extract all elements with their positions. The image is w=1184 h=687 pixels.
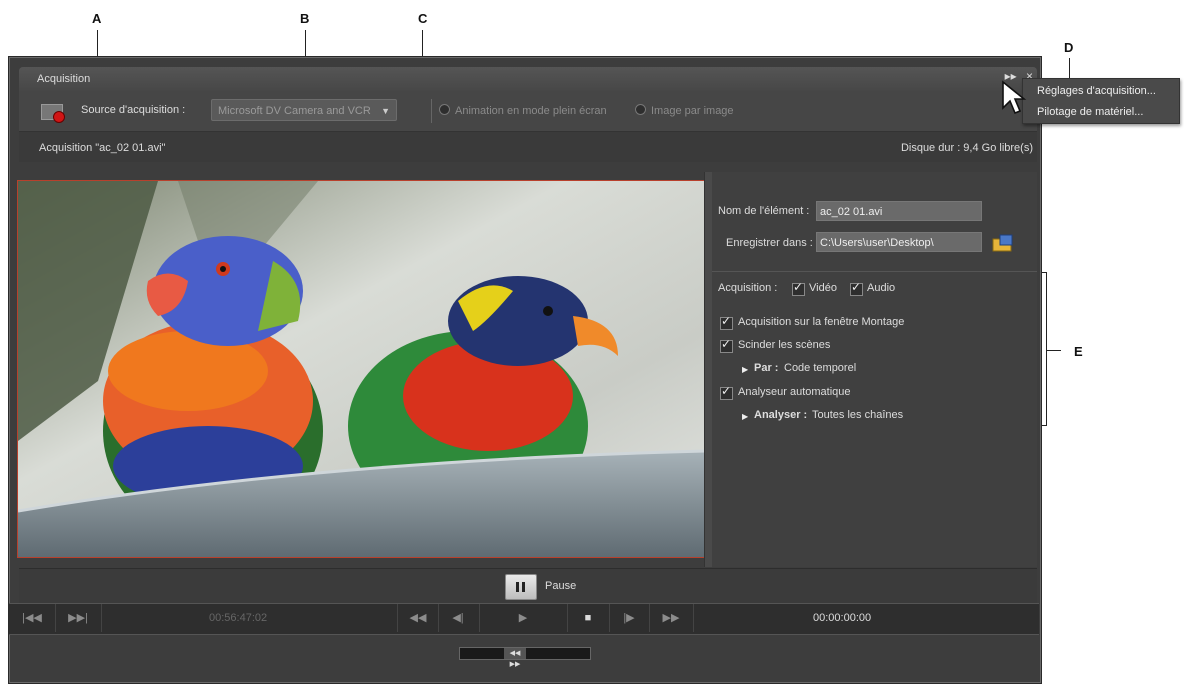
step-back-icon[interactable]: ◀|	[437, 604, 480, 632]
step-forward-icon[interactable]: |▶	[609, 604, 650, 632]
source-dropdown[interactable]: Microsoft DV Camera and VCR ▼	[211, 99, 397, 121]
callout-e-tick	[1047, 350, 1061, 351]
capture-device-icon	[41, 104, 65, 123]
timecode-total: 00:00:00:00	[813, 612, 872, 624]
record-dot-icon	[53, 111, 65, 123]
clip-name-label: Nom de l'élément :	[718, 205, 810, 217]
radio-circle-icon	[635, 104, 646, 115]
play-icon[interactable]: ▶	[479, 604, 568, 632]
go-to-start-icon[interactable]: |◀◀	[9, 604, 56, 632]
settings-panel: Nom de l'élément : ac_02 01.avi Enregist…	[712, 172, 1037, 567]
callout-a: A	[92, 11, 102, 26]
radio-fullscreen-label: Animation en mode plein écran	[455, 105, 607, 117]
radio-circle-icon	[439, 104, 450, 115]
capture-label: Acquisition :	[718, 282, 778, 294]
auto-analyzer-label: Analyseur automatique	[738, 386, 851, 398]
audio-checkbox[interactable]	[850, 280, 863, 296]
toolbar: Source d'acquisition : Microsoft DV Came…	[19, 91, 1037, 132]
title-bar: Acquisition ▸▸ ×	[19, 67, 1037, 91]
pause-bar: Pause	[19, 568, 1037, 603]
source-label: Source d'acquisition :	[81, 104, 186, 116]
disk-free: Disque dur : 9,4 Go libre(s)	[900, 142, 1033, 154]
auto-analyzer-checkbox[interactable]	[720, 384, 733, 400]
menu-item-device-control[interactable]: Pilotage de matériel...	[1037, 106, 1143, 118]
panel-divider	[712, 271, 1037, 272]
go-to-end-icon[interactable]: ▶▶|	[55, 604, 102, 632]
shuttle-handle-icon[interactable]: ◀◀ ▶▶	[504, 648, 526, 668]
video-preview	[17, 180, 706, 558]
capture-status: Acquisition "ac_02 01.avi"	[39, 142, 166, 154]
callout-e-bracket-side	[1046, 272, 1047, 426]
video-label: Vidéo	[809, 282, 837, 294]
source-dropdown-value: Microsoft DV Camera and VCR	[218, 105, 371, 117]
preview-image	[18, 181, 705, 557]
radio-frame-label: Image par image	[651, 105, 734, 117]
callout-b: B	[300, 11, 310, 26]
transport-bar: |◀◀ ▶▶| 00:56:47:02 ◀◀ ◀| ▶ ■ |▶ ▶▶ 00:0…	[9, 603, 1039, 635]
audio-label: Audio	[867, 282, 896, 294]
capture-to-timeline-label: Acquisition sur la fenêtre Montage	[738, 316, 905, 328]
split-scenes-checkbox[interactable]	[720, 337, 733, 353]
shuttle-slider[interactable]: ◀◀ ▶▶	[459, 647, 591, 668]
by-value[interactable]: Code temporel	[784, 362, 856, 374]
video-checkbox[interactable]	[792, 280, 805, 296]
browse-folder-icon[interactable]	[992, 234, 1014, 252]
toolbar-divider	[431, 99, 432, 123]
save-in-label: Enregistrer dans :	[726, 237, 813, 249]
split-scenes-label: Scinder les scènes	[738, 339, 831, 351]
expand-triangle-icon[interactable]: ▶	[742, 412, 748, 421]
callout-d: D	[1064, 40, 1074, 55]
radio-frame[interactable]: Image par image	[635, 104, 734, 117]
rewind-icon[interactable]: ◀◀	[397, 604, 439, 632]
capture-window: Acquisition ▸▸ × Source d'acquisition : …	[8, 56, 1042, 684]
radio-fullscreen[interactable]: Animation en mode plein écran	[439, 104, 607, 117]
chevron-down-icon: ▼	[381, 106, 390, 116]
clip-name-field[interactable]: ac_02 01.avi	[816, 201, 982, 221]
panel-flyout-menu: Réglages d'acquisition... Pilotage de ma…	[1022, 78, 1180, 124]
expand-triangle-icon[interactable]: ▶	[742, 365, 748, 374]
analyze-value[interactable]: Toutes les chaînes	[812, 409, 903, 421]
timecode-current: 00:56:47:02	[209, 612, 268, 624]
pause-button[interactable]	[505, 574, 537, 600]
pause-label: Pause	[545, 580, 577, 592]
mouse-cursor-icon	[1002, 80, 1027, 115]
by-label: Par :	[754, 362, 779, 374]
window-title: Acquisition	[37, 73, 91, 85]
status-bar: Acquisition "ac_02 01.avi" Disque dur : …	[19, 132, 1037, 162]
menu-item-capture-settings[interactable]: Réglages d'acquisition...	[1037, 85, 1156, 97]
save-in-field[interactable]: C:\Users\user\Desktop\	[816, 232, 982, 252]
pause-icon	[516, 582, 526, 592]
capture-to-timeline-checkbox[interactable]	[720, 314, 733, 330]
fast-forward-icon[interactable]: ▶▶	[649, 604, 694, 632]
callout-e: E	[1074, 344, 1083, 359]
callout-c: C	[418, 11, 428, 26]
stop-icon[interactable]: ■	[567, 604, 610, 632]
analyze-label: Analyser :	[754, 409, 808, 421]
